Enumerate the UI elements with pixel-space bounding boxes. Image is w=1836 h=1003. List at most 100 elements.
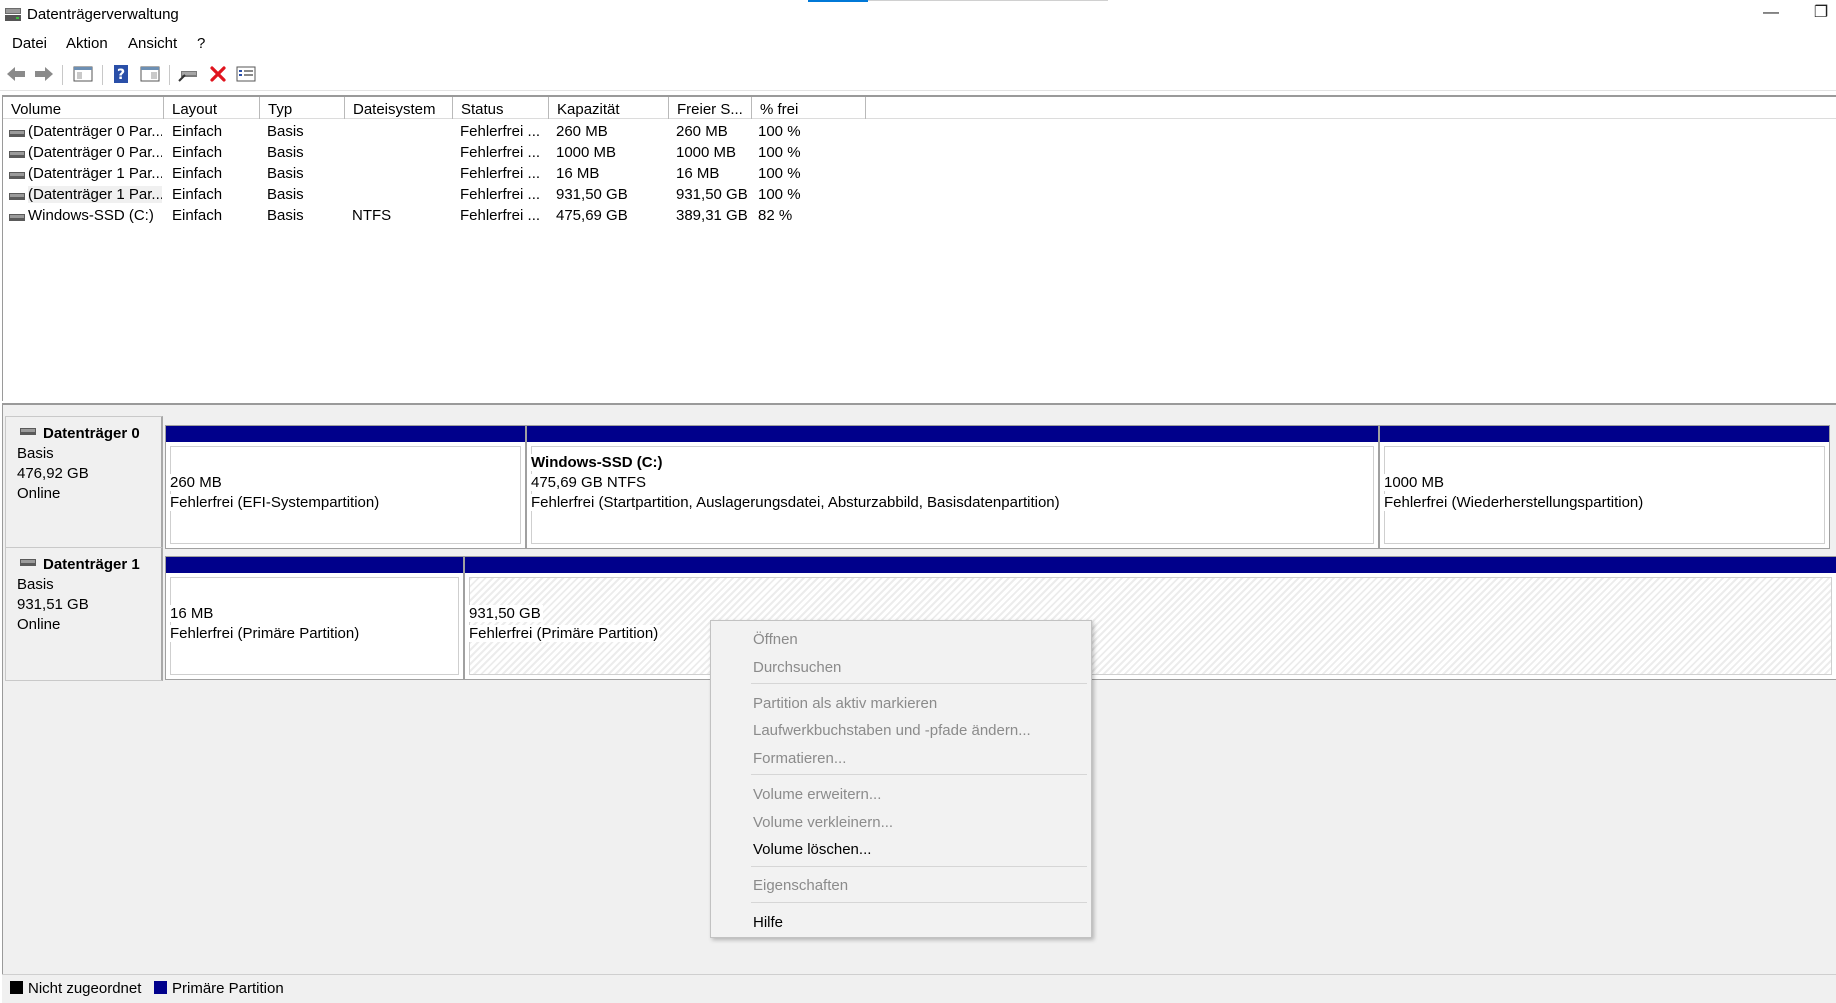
disk-icon	[20, 554, 36, 566]
disk-0-partition-windows-ssd[interactable]: Windows-SSD (C:) 475,69 GB NTFS Fehlerfr…	[526, 425, 1379, 549]
partition-status: Fehlerfrei (Wiederherstellungspartition)	[1384, 494, 1646, 511]
disk-1-name: Datenträger 1	[43, 556, 140, 573]
cell-typ: Basis	[267, 165, 304, 182]
cell-layout: Einfach	[172, 123, 223, 140]
column-header-prozent-frei[interactable]: % frei	[752, 97, 866, 119]
menu-item-partition-aktiv[interactable]: Partition als aktiv markieren	[753, 695, 937, 712]
cell-freier-speicher: 16 MB	[676, 165, 720, 182]
back-arrow-icon[interactable]	[4, 63, 28, 85]
cell-volume: (Datenträger 0 Par...	[28, 123, 162, 140]
primary-partition-bar	[527, 426, 1378, 442]
column-header-typ[interactable]: Typ	[260, 97, 345, 119]
cell-prozent-frei: 100 %	[758, 144, 801, 161]
menu-item-durchsuchen[interactable]: Durchsuchen	[753, 659, 841, 676]
connect-disk-icon[interactable]	[176, 63, 200, 85]
disk-1-partition-primary-small[interactable]: 16 MB Fehlerfrei (Primäre Partition)	[165, 556, 464, 680]
menu-item-laufwerkbuchstaben[interactable]: Laufwerkbuchstaben und -pfade ändern...	[753, 722, 1031, 739]
menu-aktion[interactable]: Aktion	[62, 35, 112, 52]
titlebar-divider-line	[868, 0, 1108, 1]
disk-1-label[interactable]: Datenträger 1 Basis 931,51 GB Online	[5, 547, 163, 681]
table-row[interactable]: (Datenträger 0 Par... Einfach Basis Fehl…	[3, 142, 1836, 163]
window-title: Datenträgerverwaltung	[27, 6, 179, 23]
cell-kapazitaet: 16 MB	[556, 165, 600, 182]
menu-help[interactable]: ?	[193, 35, 209, 52]
column-header-dateisystem[interactable]: Dateisystem	[345, 97, 453, 119]
disk-1-partition-primary-selected[interactable]: 931,50 GB Fehlerfrei (Primäre Partition)	[464, 556, 1836, 680]
legend-swatch-primary	[154, 981, 167, 994]
disk-0-partition-recovery[interactable]: 1000 MB Fehlerfrei (Wiederherstellungspa…	[1379, 425, 1830, 549]
menu-item-formatieren[interactable]: Formatieren...	[753, 750, 846, 767]
partition-context-menu: Öffnen Durchsuchen Partition als aktiv m…	[710, 620, 1092, 938]
disk-0-state: Online	[17, 485, 61, 502]
cell-typ: Basis	[267, 207, 304, 224]
column-header-kapazitaet[interactable]: Kapazität	[549, 97, 669, 119]
volume-list-header: Volume Layout Typ Dateisystem Status Kap…	[3, 97, 1836, 119]
cell-layout: Einfach	[172, 207, 223, 224]
cell-status: Fehlerfrei ...	[460, 144, 541, 161]
partition-body-selected	[469, 577, 1832, 675]
menu-item-volume-loeschen[interactable]: Volume löschen...	[753, 841, 871, 858]
disk-management-app-icon	[4, 6, 22, 22]
cell-typ: Basis	[267, 144, 304, 161]
primary-partition-bar	[166, 426, 525, 442]
menu-item-hilfe[interactable]: Hilfe	[753, 914, 783, 931]
cell-prozent-frei: 82 %	[758, 207, 793, 224]
cell-volume: (Datenträger 0 Par...	[28, 144, 162, 161]
column-header-volume[interactable]: Volume	[3, 97, 164, 119]
primary-partition-bar	[166, 557, 463, 573]
minimize-button[interactable]: —	[1751, 2, 1791, 26]
cell-kapazitaet: 931,50 GB	[556, 186, 628, 203]
properties-icon[interactable]	[234, 63, 258, 85]
volume-icon	[9, 125, 25, 137]
menu-datei[interactable]: Datei	[8, 35, 51, 52]
primary-partition-bar	[465, 557, 1836, 573]
column-header-layout[interactable]: Layout	[164, 97, 260, 119]
table-row[interactable]: (Datenträger 1 Par... Einfach Basis Fehl…	[3, 184, 1836, 205]
menu-item-volume-erweitern[interactable]: Volume erweitern...	[753, 786, 881, 803]
volume-icon	[9, 188, 25, 200]
forward-arrow-icon[interactable]	[32, 63, 56, 85]
restore-button[interactable]: ❐	[1806, 2, 1836, 26]
cell-prozent-frei: 100 %	[758, 186, 801, 203]
menu-ansicht[interactable]: Ansicht	[124, 35, 181, 52]
cell-kapazitaet: 475,69 GB	[556, 207, 628, 224]
disk-0-label[interactable]: Datenträger 0 Basis 476,92 GB Online	[5, 416, 163, 550]
disk-icon	[20, 423, 36, 435]
primary-partition-bar	[1380, 426, 1829, 442]
cell-prozent-frei: 100 %	[758, 165, 801, 182]
show-pane-icon[interactable]	[138, 63, 162, 85]
volume-icon	[9, 146, 25, 158]
disk-1-type: Basis	[17, 576, 54, 593]
volume-list-panel: Volume Layout Typ Dateisystem Status Kap…	[2, 95, 1836, 401]
title-bar: Datenträgerverwaltung — ❐	[0, 0, 1836, 29]
volume-icon	[9, 167, 25, 179]
legend-label-primary: Primäre Partition	[172, 980, 284, 997]
partition-size: 931,50 GB	[469, 605, 543, 622]
menu-bar: Datei Aktion Ansicht ?	[0, 31, 1836, 57]
disk-0-name: Datenträger 0	[43, 425, 140, 442]
menu-item-eigenschaften[interactable]: Eigenschaften	[753, 877, 848, 894]
cell-dateisystem: NTFS	[352, 207, 392, 224]
toolbar: ?	[0, 57, 1836, 91]
help-icon[interactable]: ?	[109, 63, 133, 85]
partition-size: 260 MB	[170, 474, 224, 491]
menu-separator	[751, 866, 1087, 867]
cell-layout: Einfach	[172, 144, 223, 161]
delete-icon[interactable]	[206, 63, 230, 85]
partition-size: 475,69 GB NTFS	[531, 474, 649, 491]
menu-item-volume-verkleinern[interactable]: Volume verkleinern...	[753, 814, 893, 831]
cell-prozent-frei: 100 %	[758, 123, 801, 140]
cell-status: Fehlerfrei ...	[460, 186, 541, 203]
menu-item-oeffnen[interactable]: Öffnen	[753, 631, 798, 648]
table-row[interactable]: (Datenträger 1 Par... Einfach Basis Fehl…	[3, 163, 1836, 184]
cell-layout: Einfach	[172, 186, 223, 203]
column-header-freier-speicher[interactable]: Freier S...	[669, 97, 752, 119]
partition-status: Fehlerfrei (Primäre Partition)	[469, 625, 661, 642]
cell-typ: Basis	[267, 123, 304, 140]
cell-freier-speicher: 1000 MB	[676, 144, 737, 161]
column-header-status[interactable]: Status	[453, 97, 549, 119]
table-row[interactable]: (Datenträger 0 Par... Einfach Basis Fehl…	[3, 121, 1836, 142]
console-tree-icon[interactable]	[71, 63, 95, 85]
disk-0-partition-efi[interactable]: 260 MB Fehlerfrei (EFI-Systempartition)	[165, 425, 526, 549]
table-row[interactable]: Windows-SSD (C:) Einfach Basis NTFS Fehl…	[3, 205, 1836, 226]
